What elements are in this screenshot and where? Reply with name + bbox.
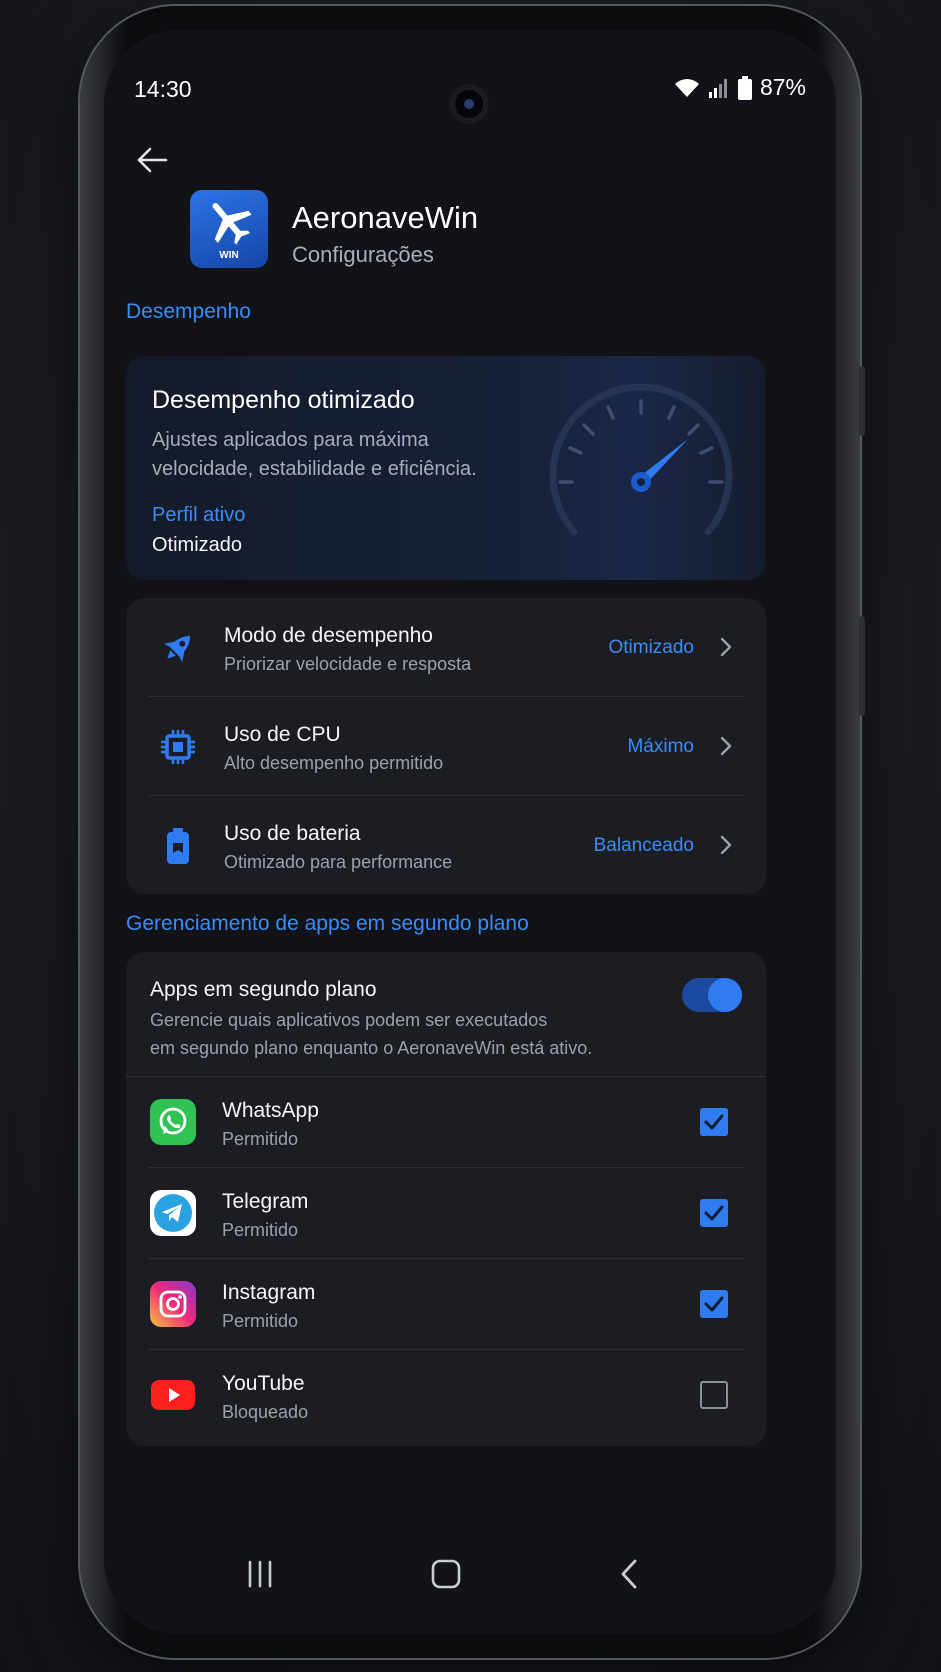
app-row-telegram[interactable]: Telegram Permitido [126,1168,766,1258]
back-nav-icon[interactable] [610,1554,650,1594]
battery-percent: 87% [759,74,806,100]
volume-button [859,366,865,436]
app-name: WhatsApp [222,1099,319,1122]
app-row-whatsapp[interactable]: WhatsApp Permitido [126,1077,766,1167]
section-title-background-apps: Gerenciamento de apps em segundo plano [126,912,529,935]
background-apps-card: Apps em segundo plano Gerencie quais apl… [126,952,766,1446]
cpu-icon [158,727,198,767]
app-status: Permitido [222,1220,299,1240]
home-icon[interactable] [426,1554,466,1594]
setting-subtitle: Alto desempenho permitido [224,753,444,773]
checkmark-icon [704,1114,724,1130]
app-logo: WIN [190,190,268,268]
phone-frame: 14:30 87% WIN AeronaveWin Configurações … [80,6,865,1658]
battery-icon [158,826,198,866]
chevron-right-icon [720,835,732,855]
active-profile-value: Otimizado [152,534,243,556]
setting-performance-mode[interactable]: Modo de desempenho Priorizar velocidade … [126,598,766,696]
app-status: Bloqueado [222,1402,309,1422]
app-status: Permitido [222,1311,299,1331]
power-button [859,616,865,716]
checkmark-icon [704,1296,724,1312]
performance-hero-card: Desempenho otimizado Ajustes aplicados p… [126,356,766,580]
navigation-bar [104,1524,836,1634]
airplane-icon [212,203,252,245]
app-checkbox[interactable] [700,1381,728,1409]
app-checkbox[interactable] [700,1108,728,1136]
app-subtitle: Configurações [292,242,434,267]
setting-cpu-usage[interactable]: Uso de CPU Alto desempenho permitido Máx… [126,697,766,795]
front-camera [449,84,489,124]
battery-status-icon [737,75,752,100]
performance-settings-card: Modo de desempenho Priorizar velocidade … [126,598,766,894]
chevron-right-icon [720,736,732,756]
background-apps-toggle[interactable] [682,978,742,1012]
back-arrow-icon[interactable] [132,140,172,180]
app-name: Instagram [222,1281,316,1304]
whatsapp-icon [150,1099,196,1145]
rocket-icon [158,628,198,668]
telegram-icon [150,1190,196,1236]
chevron-right-icon [720,637,732,657]
app-checkbox[interactable] [700,1290,728,1318]
setting-subtitle: Priorizar velocidade e resposta [224,654,472,674]
background-apps-toggle-row: Apps em segundo plano Gerencie quais apl… [126,952,766,1076]
screen: 14:30 87% WIN AeronaveWin Configurações … [104,30,836,1634]
active-profile-label: Perfil ativo [152,504,246,526]
app-row-instagram[interactable]: Instagram Permitido [126,1259,766,1349]
status-time: 14:30 [134,76,192,102]
setting-battery-usage[interactable]: Uso de bateria Otimizado para performanc… [126,796,766,894]
hero-title: Desempenho otimizado [152,386,415,414]
toggle-description-line1: Gerencie quais aplicativos podem ser exe… [150,1010,548,1030]
setting-title: Modo de desempenho [224,624,433,647]
app-row-youtube[interactable]: YouTube Bloqueado [126,1350,766,1446]
setting-title: Uso de CPU [224,723,341,746]
setting-title: Uso de bateria [224,822,361,845]
speedometer-icon [549,384,733,536]
youtube-icon [150,1372,196,1418]
app-name: Telegram [222,1190,309,1213]
setting-value: Balanceado [593,835,694,856]
checkmark-icon [704,1205,724,1221]
app-name: AeronaveWin [292,200,479,235]
setting-subtitle: Otimizado para performance [224,852,453,872]
section-title-performance: Desempenho [126,300,251,323]
wifi-icon [674,78,699,97]
toggle-knob [708,978,742,1012]
app-name: YouTube [222,1372,305,1395]
status-bar: 14:30 87% [104,64,836,124]
setting-value: Máximo [627,736,694,757]
setting-value: Otimizado [608,637,694,658]
logo-text: WIN [219,250,239,261]
signal-icon [708,78,727,98]
toggle-title: Apps em segundo plano [150,978,377,1001]
app-checkbox[interactable] [700,1199,728,1227]
app-status: Permitido [222,1129,299,1149]
recent-apps-icon[interactable] [240,1554,280,1594]
instagram-icon [150,1281,196,1327]
hero-description: Ajustes aplicados para máxima velocidade… [152,429,477,480]
toggle-description-line2: em segundo plano enquanto o AeronaveWin … [150,1038,593,1058]
